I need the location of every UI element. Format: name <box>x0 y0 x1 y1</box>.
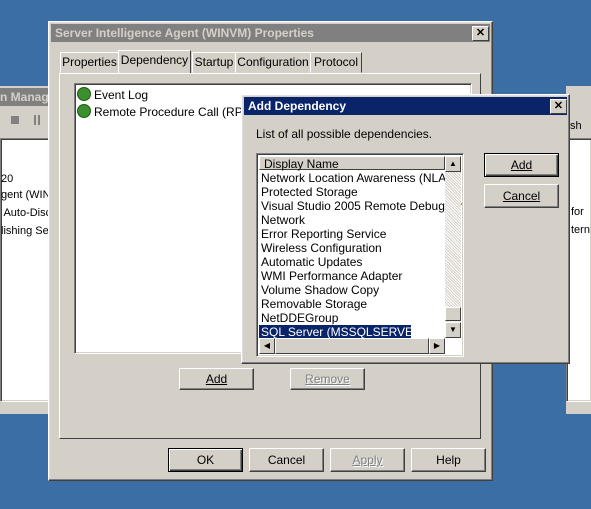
background-right-row: for <box>571 206 587 218</box>
help-button[interactable]: Help <box>411 448 486 472</box>
properties-title-bar: Server Intelligence Agent (WINVM) Proper… <box>51 24 490 42</box>
cancel-button[interactable]: Cancel <box>249 448 324 472</box>
gear-service-icon <box>77 104 91 118</box>
dependency-option[interactable]: WMI Performance Adapter <box>259 269 445 283</box>
background-list-row: Auto-Disc <box>1 207 52 219</box>
remove-dependency-button[interactable]: Remove <box>290 368 365 390</box>
apply-label: Apply <box>352 453 383 467</box>
tab-startup[interactable]: Startup <box>192 52 236 73</box>
vertical-scrollbar[interactable]: ▲ ▼ <box>445 156 461 338</box>
dependency-item[interactable]: Event Log <box>77 87 148 103</box>
dependency-option[interactable]: Network <box>259 213 445 227</box>
dependency-option[interactable]: Visual Studio 2005 Remote Debugger <box>259 199 462 213</box>
stop-icon[interactable] <box>11 116 19 124</box>
tab-strip: Properties Dependency Startup Configurat… <box>60 50 380 74</box>
dependency-options: Network Location Awareness (NLA) Protect… <box>258 171 462 340</box>
dependency-item-label: Remote Procedure Call (RPC) <box>94 105 256 119</box>
scroll-left-arrow-icon[interactable]: ◀ <box>259 338 275 354</box>
ok-button[interactable]: OK <box>168 448 243 472</box>
dependency-option[interactable]: Protected Storage <box>259 185 445 199</box>
dependency-option[interactable]: Error Reporting Service <box>259 227 445 241</box>
dependency-option[interactable]: Wireless Configuration <box>259 241 445 255</box>
scroll-thumb[interactable] <box>445 307 461 321</box>
add-dependency-cancel-label: Cancel <box>502 189 541 203</box>
add-dependency-cancel-button[interactable]: Cancel <box>484 184 559 208</box>
horizontal-scroll-thumb[interactable] <box>275 338 429 354</box>
background-list-row: gent (WIN <box>1 189 51 201</box>
properties-title: Server Intelligence Agent (WINVM) Proper… <box>55 26 314 40</box>
scroll-right-arrow-icon[interactable]: ▶ <box>429 338 445 354</box>
tab-configuration[interactable]: Configuration <box>235 52 311 73</box>
dependency-option[interactable]: NetDDEGroup <box>259 311 445 325</box>
dependency-item-label: Event Log <box>94 88 149 102</box>
background-list-row: 20 <box>1 173 14 185</box>
dependency-option[interactable]: Automatic Updates <box>259 255 445 269</box>
tab-protocol[interactable]: Protocol <box>310 52 362 73</box>
dependency-option[interactable]: Volume Shadow Copy <box>259 283 445 297</box>
horizontal-scrollbar[interactable]: ◀ ▶ <box>259 338 445 354</box>
dependency-item[interactable]: Remote Procedure Call (RPC) <box>77 104 255 120</box>
scroll-up-arrow-icon[interactable]: ▲ <box>445 156 461 172</box>
column-header-display-name[interactable]: Display Name <box>259 156 445 171</box>
properties-close-button[interactable]: ✕ <box>472 26 489 41</box>
add-dependency-ok-button[interactable]: Add <box>484 153 559 177</box>
add-dependency-label: Add <box>205 372 228 386</box>
add-dependency-close-button[interactable]: ✕ <box>550 99 567 114</box>
background-right-row: tern <box>571 224 590 236</box>
add-dependency-description: List of all possible dependencies. <box>256 127 433 141</box>
remove-dependency-label: Remove <box>305 372 350 386</box>
tab-properties[interactable]: Properties <box>60 52 119 73</box>
add-dependency-title-bar: Add Dependency <box>244 97 567 115</box>
pause-icon[interactable] <box>34 115 40 125</box>
dependency-option-selected[interactable]: SQL Server (MSSQLSERVER) <box>258 324 426 340</box>
available-dependencies-list[interactable]: Display Name Network Location Awareness … <box>256 153 464 357</box>
gear-service-icon <box>77 87 91 101</box>
apply-button[interactable]: Apply <box>330 448 405 472</box>
dependency-option[interactable]: Network Location Awareness (NLA) <box>259 171 450 185</box>
dependency-option[interactable]: Removable Storage <box>259 297 445 311</box>
add-dependency-title: Add Dependency <box>248 99 347 113</box>
background-list-row: lishing Ser <box>1 225 53 237</box>
tab-dependency[interactable]: Dependency <box>118 50 191 73</box>
add-dependency-dialog: Add Dependency ✕ List of all possible de… <box>241 94 570 364</box>
background-right-row: sh <box>570 120 582 132</box>
scroll-down-arrow-icon[interactable]: ▼ <box>445 322 461 338</box>
add-dependency-button[interactable]: Add <box>179 368 254 390</box>
add-dependency-ok-label: Add <box>510 158 533 172</box>
column-header-label: Display Name <box>264 157 339 171</box>
